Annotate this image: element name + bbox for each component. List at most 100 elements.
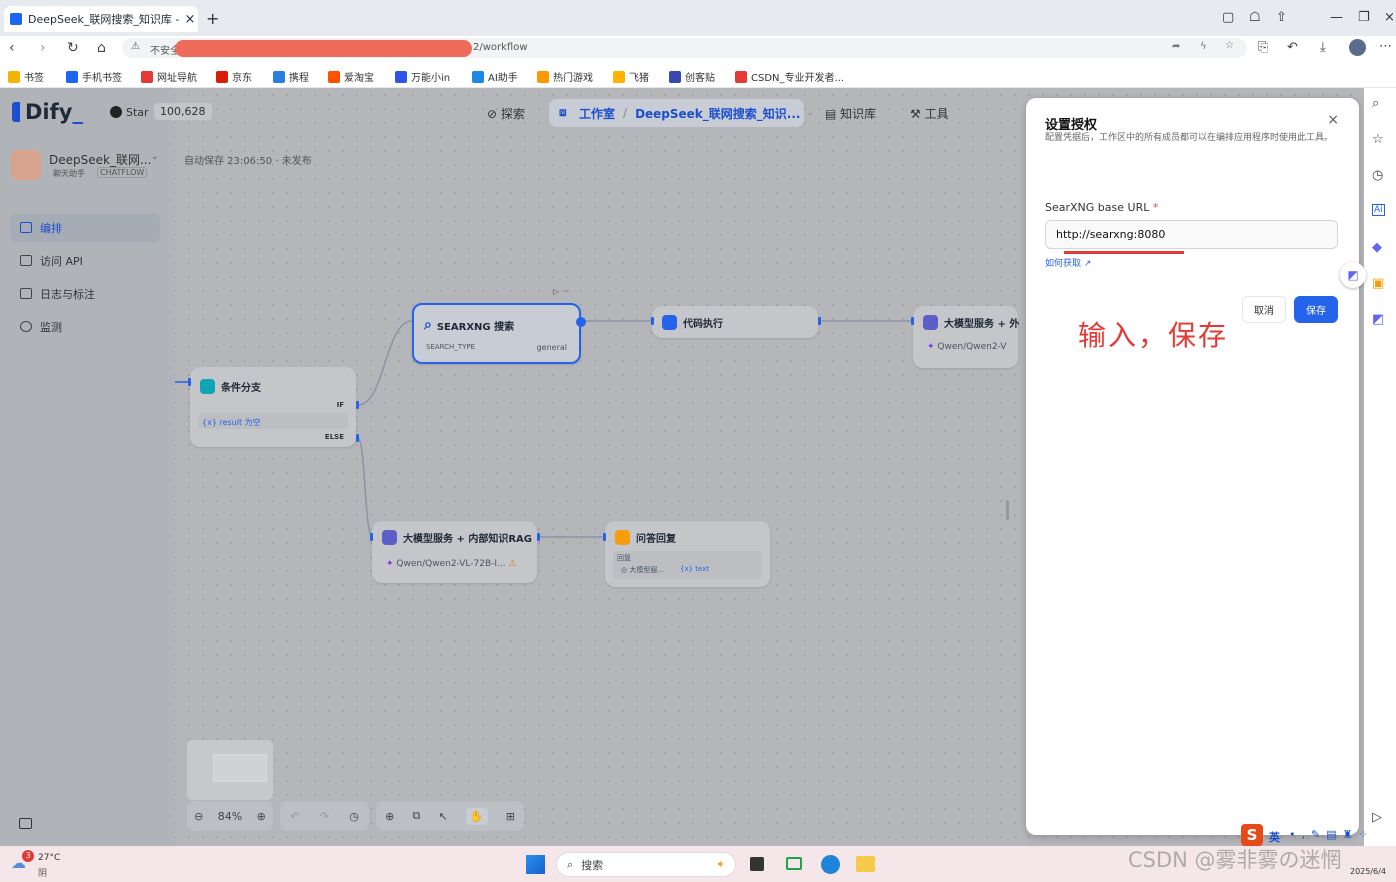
help-link[interactable]: 如何获取 ↗	[1045, 256, 1091, 269]
node-code[interactable]: 代码执行	[652, 306, 818, 338]
node-input-port[interactable]	[651, 317, 654, 325]
task-view-icon[interactable]	[750, 857, 764, 871]
node-input-port[interactable]	[911, 317, 914, 325]
if-port[interactable]	[356, 401, 359, 409]
pointer-icon[interactable]: ↖	[438, 810, 447, 823]
code-icon	[662, 315, 677, 330]
node-searxng[interactable]: ⌕ SEARXNG 搜索 SEARCH_TYPE general	[412, 303, 586, 364]
edge-browser-icon[interactable]	[821, 855, 840, 874]
node-llm-external[interactable]: 大模型服务 + 外 ✦ Qwen/Qwen2-V	[913, 306, 1020, 368]
gift-icon[interactable]: ▣	[1372, 276, 1384, 291]
node-title: 大模型服务 + 外	[944, 319, 1020, 330]
ai-assistant-icon[interactable]: ☖	[1249, 10, 1261, 25]
ime-language[interactable]: 英	[1269, 829, 1280, 845]
favorite-star-icon[interactable]: ☆	[1225, 40, 1234, 51]
cancel-button[interactable]: 取消	[1242, 296, 1286, 323]
node-input-port[interactable]	[603, 533, 606, 541]
layout-icon[interactable]: ⊞	[506, 810, 515, 823]
download-icon[interactable]: ⤓	[1320, 40, 1326, 55]
share-icon[interactable]: ➦	[1172, 41, 1180, 52]
home-icon[interactable]: ⌂	[97, 40, 106, 56]
node-run-controls[interactable]: ▷ ···	[553, 287, 569, 296]
history-back-icon[interactable]: ↶	[1287, 40, 1298, 55]
history-icon[interactable]: ◷	[1372, 168, 1383, 183]
llm-icon	[923, 315, 938, 330]
split-screen-icon[interactable]: ⎘	[1258, 40, 1268, 55]
more-menu-icon[interactable]: ⋯	[1379, 39, 1392, 54]
game-icon[interactable]: ◆	[1372, 240, 1382, 255]
bookmark-item[interactable]: CSDN_专业开发者...	[735, 69, 844, 84]
bookmark-icon	[472, 70, 484, 83]
save-button[interactable]: 保存	[1294, 296, 1338, 323]
ai-icon[interactable]: Ai	[1372, 204, 1385, 216]
tab-close-icon[interactable]: ×	[182, 12, 198, 27]
bookmark-icon	[669, 70, 681, 83]
reload-icon[interactable]: ↻	[67, 40, 79, 56]
sogou-ime-icon[interactable]: S	[1241, 824, 1263, 846]
redo-icon[interactable]: ↷	[320, 810, 329, 823]
bookmark-item[interactable]: 爱淘宝	[328, 69, 374, 84]
taskbar-search[interactable]: ⌕ 搜索 ✦	[556, 852, 736, 877]
bookmark-item[interactable]: 手机书签	[66, 69, 122, 84]
ime-toolbar-icons[interactable]: •,✎▤♜⁘	[1289, 828, 1374, 841]
bookmark-item[interactable]: 创客贴	[669, 69, 715, 84]
bookmark-icon	[8, 70, 20, 83]
minimap[interactable]	[187, 740, 273, 800]
bookmark-item[interactable]: 飞猪	[613, 69, 649, 84]
bookmark-item[interactable]: 携程	[273, 69, 309, 84]
restore-icon[interactable]: ❐	[1358, 10, 1370, 25]
searxng-url-input[interactable]	[1045, 220, 1338, 249]
history-icon[interactable]: ◷	[349, 810, 359, 823]
node-output-port[interactable]	[537, 533, 540, 541]
scroll-handle[interactable]	[1006, 500, 1009, 520]
add-node-handle[interactable]	[576, 317, 586, 327]
bookmark-icon	[66, 70, 78, 83]
windows-start-icon[interactable]	[526, 855, 545, 874]
url-text: 2/workflow	[473, 42, 528, 53]
bookmark-item[interactable]: 热门游戏	[537, 69, 593, 84]
search-icon[interactable]: ⌕	[1372, 96, 1379, 111]
close-icon[interactable]: ×	[1327, 112, 1339, 128]
bookmark-item[interactable]: 万能小in	[395, 69, 450, 84]
node-llm-rag[interactable]: 大模型服务 + 内部知识RAG ✦ Qwen/Qwen2-VL-72B-I...…	[372, 521, 537, 583]
undo-icon[interactable]: ↶	[290, 810, 299, 823]
translate-icon[interactable]: ◩	[1372, 312, 1384, 327]
window-close-icon[interactable]: ×	[1384, 10, 1395, 25]
else-port[interactable]	[356, 434, 359, 442]
minimize-icon[interactable]: —	[1330, 10, 1343, 25]
zoom-level[interactable]: 84%	[218, 810, 242, 823]
warning-icon: ⚠	[131, 41, 140, 52]
bookmark-icon	[735, 70, 747, 83]
floating-translate-icon[interactable]: ◩	[1340, 262, 1366, 288]
hand-icon[interactable]: ✋	[465, 807, 488, 825]
profile-avatar[interactable]	[1349, 39, 1366, 56]
bookmark-item[interactable]: AI助手	[472, 69, 518, 84]
node-output-port[interactable]	[818, 317, 821, 325]
bookmark-icon	[141, 70, 153, 83]
favorites-icon[interactable]: ☆	[1372, 132, 1384, 147]
tab-actions-icon[interactable]: ▢	[1222, 10, 1234, 25]
node-input-port[interactable]	[188, 378, 191, 386]
browser-tab[interactable]: DeepSeek_联网搜索_知识库 - Di ×	[4, 6, 198, 32]
bookmark-item[interactable]: 网址导航	[141, 69, 197, 84]
node-if-else[interactable]: 条件分支 IF {x} result 为空 ELSE	[190, 367, 356, 447]
node-param-value: general	[536, 343, 567, 352]
zoom-out-icon[interactable]: ⊖	[194, 810, 203, 823]
extensions-icon[interactable]: ⇧	[1276, 10, 1287, 25]
lightning-icon[interactable]: ϟ	[1200, 41, 1207, 52]
node-answer[interactable]: 问答回复 回复 ◎ 大模型服... {x} text	[605, 521, 770, 587]
add-node-icon[interactable]: ⊕	[385, 810, 394, 823]
minimap-viewport	[213, 754, 267, 782]
new-tab-button[interactable]: +	[206, 9, 219, 28]
zoom-in-icon[interactable]: ⊕	[257, 810, 266, 823]
expand-panel-icon[interactable]: ▷	[1372, 810, 1382, 825]
forward-icon[interactable]: ›	[40, 40, 46, 56]
bookmark-item[interactable]: 书签	[8, 69, 44, 84]
bookmark-icon	[395, 70, 407, 83]
node-input-port[interactable]	[370, 533, 373, 541]
chat-app-icon[interactable]	[786, 857, 802, 870]
bookmark-item[interactable]: 京东	[216, 69, 252, 84]
back-icon[interactable]: ‹	[9, 40, 15, 56]
file-explorer-icon[interactable]	[856, 856, 875, 872]
add-note-icon[interactable]: ⧉	[412, 809, 420, 823]
